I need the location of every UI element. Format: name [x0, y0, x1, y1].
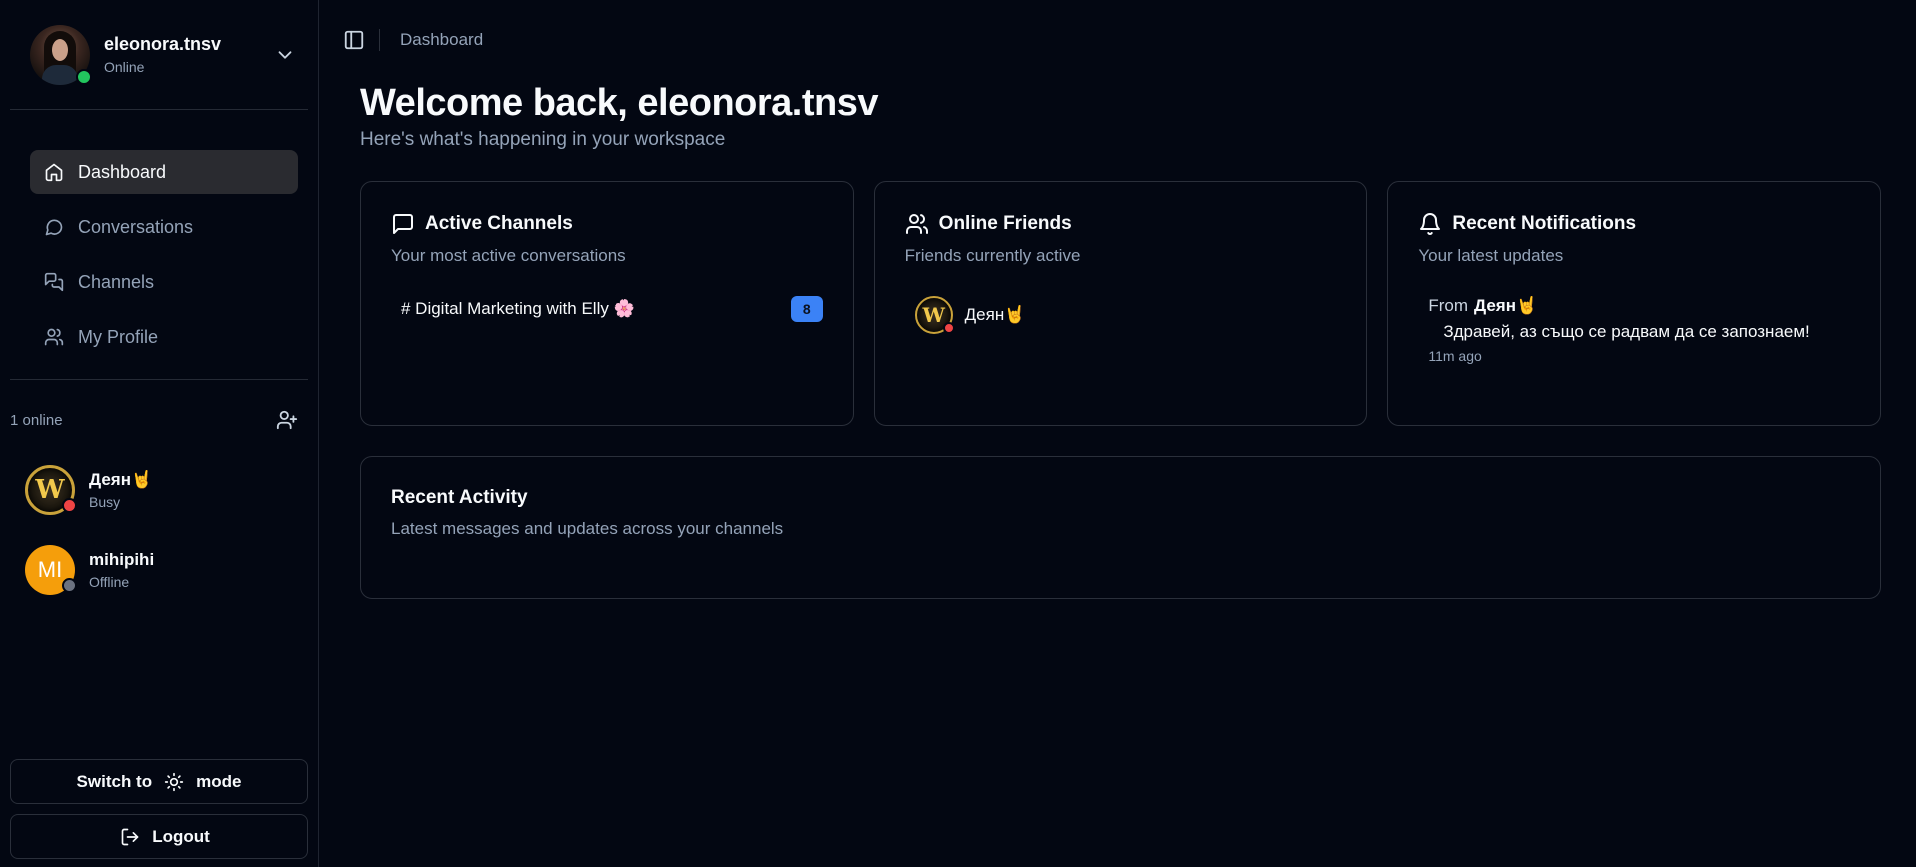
notification-sender: From Деян🤘: [1428, 296, 1850, 316]
theme-toggle-suffix: mode: [196, 771, 242, 791]
notification-from-label: From: [1428, 296, 1469, 315]
sidebar: eleonora.tnsv Online Dashboard Conversat…: [0, 0, 319, 867]
notification-time: 11m ago: [1428, 348, 1482, 364]
nav-label-conversations: Conversations: [78, 216, 194, 237]
page-title: Welcome back, eleonora.tnsv: [360, 82, 879, 124]
card-title: Active Channels: [425, 213, 573, 234]
online-status-dot: [76, 68, 92, 85]
user-avatar: [30, 24, 92, 85]
nav-label-channels: Channels: [78, 271, 155, 292]
unread-count-badge: 8: [790, 296, 823, 322]
user-menu-trigger[interactable]: eleonora.tnsv Online: [10, 0, 308, 110]
card-description: Latest messages and updates across your …: [391, 519, 784, 538]
current-user-name: eleonora.tnsv: [104, 34, 222, 54]
nav-item-my-profile[interactable]: My Profile: [30, 315, 298, 359]
logout-button[interactable]: Logout: [10, 814, 308, 859]
nav-label-my-profile: My Profile: [78, 326, 159, 347]
topbar: Dashboard: [319, 0, 1916, 80]
online-friend-item[interactable]: W Деян🤘: [905, 296, 1337, 334]
card-description: Friends currently active: [904, 246, 1081, 265]
users-icon: [905, 214, 928, 234]
friend-name: mihipihi: [89, 550, 155, 569]
home-icon: [45, 163, 63, 182]
message-square-icon: [393, 214, 413, 234]
sun-icon: [164, 772, 184, 791]
main-nav: Dashboard Conversations Channels My Prof…: [10, 110, 308, 380]
notification-sender-name: Деян🤘: [1474, 296, 1538, 315]
channel-name: # Digital Marketing with Elly 🌸: [401, 299, 635, 318]
friend-item[interactable]: W Деян🤘 Busy: [0, 450, 318, 530]
friend-status: Offline: [89, 574, 130, 590]
sidebar-toggle-icon[interactable]: [343, 29, 365, 51]
dashboard-cards: Active Channels Your most active convers…: [360, 181, 1882, 426]
online-friends-header: 1 online: [0, 390, 318, 450]
busy-status-dot: [62, 498, 77, 513]
logout-icon: [121, 828, 139, 845]
chat-bubbles-icon: [44, 272, 64, 292]
offline-status-dot: [62, 578, 77, 593]
online-count: 1 online: [10, 411, 63, 429]
friend-avatar: MI: [25, 545, 77, 595]
friend-avatar: W: [914, 296, 955, 334]
friend-status: Busy: [89, 494, 121, 510]
theme-toggle-button[interactable]: Switch to mode: [10, 759, 308, 804]
nav-item-channels[interactable]: Channels: [30, 260, 298, 304]
card-description: Your most active conversations: [391, 246, 626, 265]
current-user-status: Online: [104, 59, 145, 75]
divider: [379, 29, 380, 51]
recent-notifications-card: Recent Notifications Your latest updates…: [1387, 181, 1882, 426]
nav-item-dashboard[interactable]: Dashboard: [30, 150, 298, 194]
friend-name: Деян🤘: [964, 305, 1026, 324]
sidebar-footer: Switch to mode Logout: [10, 749, 308, 859]
friend-name: Деян🤘: [89, 470, 153, 489]
notification-message: Здравей, аз също се радвам да се запозна…: [1443, 322, 1810, 341]
notification-item[interactable]: From Деян🤘 Здравей, аз също се радвам да …: [1418, 296, 1850, 364]
active-channels-card: Active Channels Your most active convers…: [360, 181, 854, 426]
logout-label: Logout: [152, 826, 210, 846]
chat-bubble-icon: [45, 219, 63, 236]
busy-status-dot: [942, 322, 955, 334]
card-title: Recent Notifications: [1452, 213, 1637, 234]
online-friends-card: Online Friends Friends currently active …: [873, 181, 1368, 426]
card-description: Your latest updates: [1418, 246, 1564, 265]
channel-item[interactable]: # Digital Marketing with Elly 🌸 8: [391, 296, 823, 322]
friend-avatar: W: [25, 465, 77, 515]
recent-activity-card: Recent Activity Latest messages and upda…: [360, 456, 1881, 599]
nav-label-dashboard: Dashboard: [78, 161, 167, 182]
theme-toggle-prefix: Switch to: [76, 771, 153, 791]
chevron-down-icon: [278, 50, 292, 59]
users-icon: [44, 328, 64, 346]
page-subtitle: Here's what's happening in your workspac…: [360, 129, 726, 150]
breadcrumb: Dashboard: [400, 30, 484, 49]
main-content: Dashboard Welcome back, eleonora.tnsv He…: [319, 0, 1916, 867]
friend-item[interactable]: MI mihipihi Offline: [0, 530, 318, 610]
add-friend-icon[interactable]: [276, 409, 298, 431]
nav-item-conversations[interactable]: Conversations: [30, 205, 298, 249]
card-title: Online Friends: [938, 213, 1072, 234]
card-title: Recent Activity: [391, 487, 528, 508]
bell-icon: [1420, 213, 1441, 235]
